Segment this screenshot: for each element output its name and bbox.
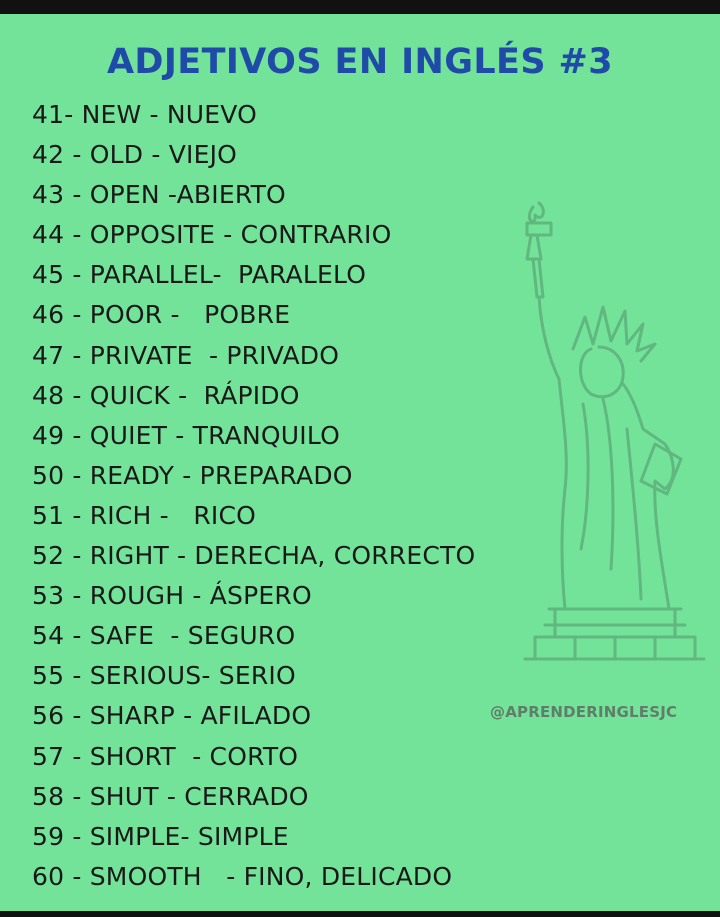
list-item: 52 - RIGHT - DERECHA, CORRECTO — [32, 541, 476, 571]
list-item: 48 - QUICK - RÁPIDO — [32, 380, 300, 410]
list-item: 53 - ROUGH - ÁSPERO — [32, 581, 312, 611]
list-item: 51 - RICH - RICO — [32, 500, 257, 530]
list-item: 41- NEW - NUEVO — [32, 100, 258, 129]
list-item: 47 - PRIVATE - PRIVADO — [32, 340, 340, 370]
list-item: 54 - SAFE - SEGURO — [32, 621, 296, 651]
adjective-list: 41- NEW - NUEVO 42 - OLD - VIEJO 43 - OP… — [32, 95, 720, 897]
watermark-handle: @APRENDERINGLESJC — [490, 703, 678, 721]
list-item: 43 - OPEN -ABIERTO — [32, 180, 286, 210]
list-item: 59 - SIMPLE- SIMPLE — [32, 821, 289, 851]
list-item: 42 - OLD - VIEJO — [32, 140, 238, 170]
list-item: 55 - SERIOUS- SERIO — [32, 661, 296, 691]
list-item: 60 - SMOOTH - FINO, DELICADO — [32, 861, 453, 891]
list-item: 49 - QUIET - TRANQUILO — [32, 420, 340, 450]
list-item: 46 - POOR - POBRE — [32, 300, 291, 330]
page-title: ADJETIVOS EN INGLÉS #3 — [106, 42, 614, 82]
list-item: 50 - READY - PREPARADO — [32, 460, 353, 490]
list-item: 57 - SHORT - CORTO — [32, 741, 299, 771]
image-frame: ADJETIVOS EN INGLÉS #3 41- NEW - NUEVO 4… — [0, 0, 720, 917]
list-item: 44 - OPPOSITE - CONTRARIO — [32, 220, 392, 250]
adjectives-card: ADJETIVOS EN INGLÉS #3 41- NEW - NUEVO 4… — [0, 14, 720, 911]
list-item: 45 - PARALLEL- PARALELO — [32, 260, 367, 290]
list-item: 58 - SHUT - CERRADO — [32, 781, 309, 811]
